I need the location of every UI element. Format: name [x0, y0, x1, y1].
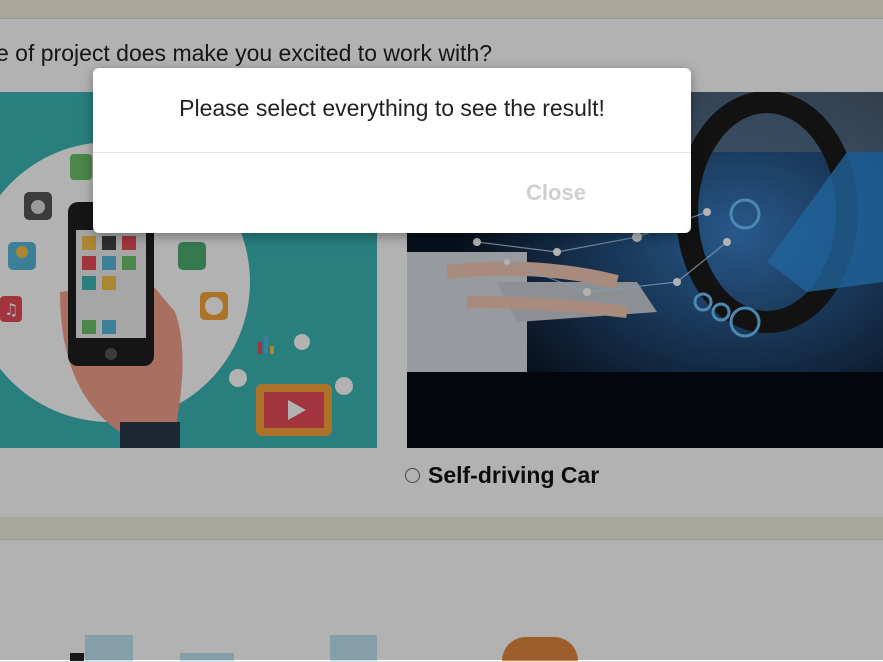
- modal-divider: [93, 152, 691, 153]
- close-button[interactable]: Close: [523, 178, 589, 208]
- alert-modal: Please select everything to see the resu…: [93, 68, 691, 233]
- modal-message: Please select everything to see the resu…: [179, 95, 605, 121]
